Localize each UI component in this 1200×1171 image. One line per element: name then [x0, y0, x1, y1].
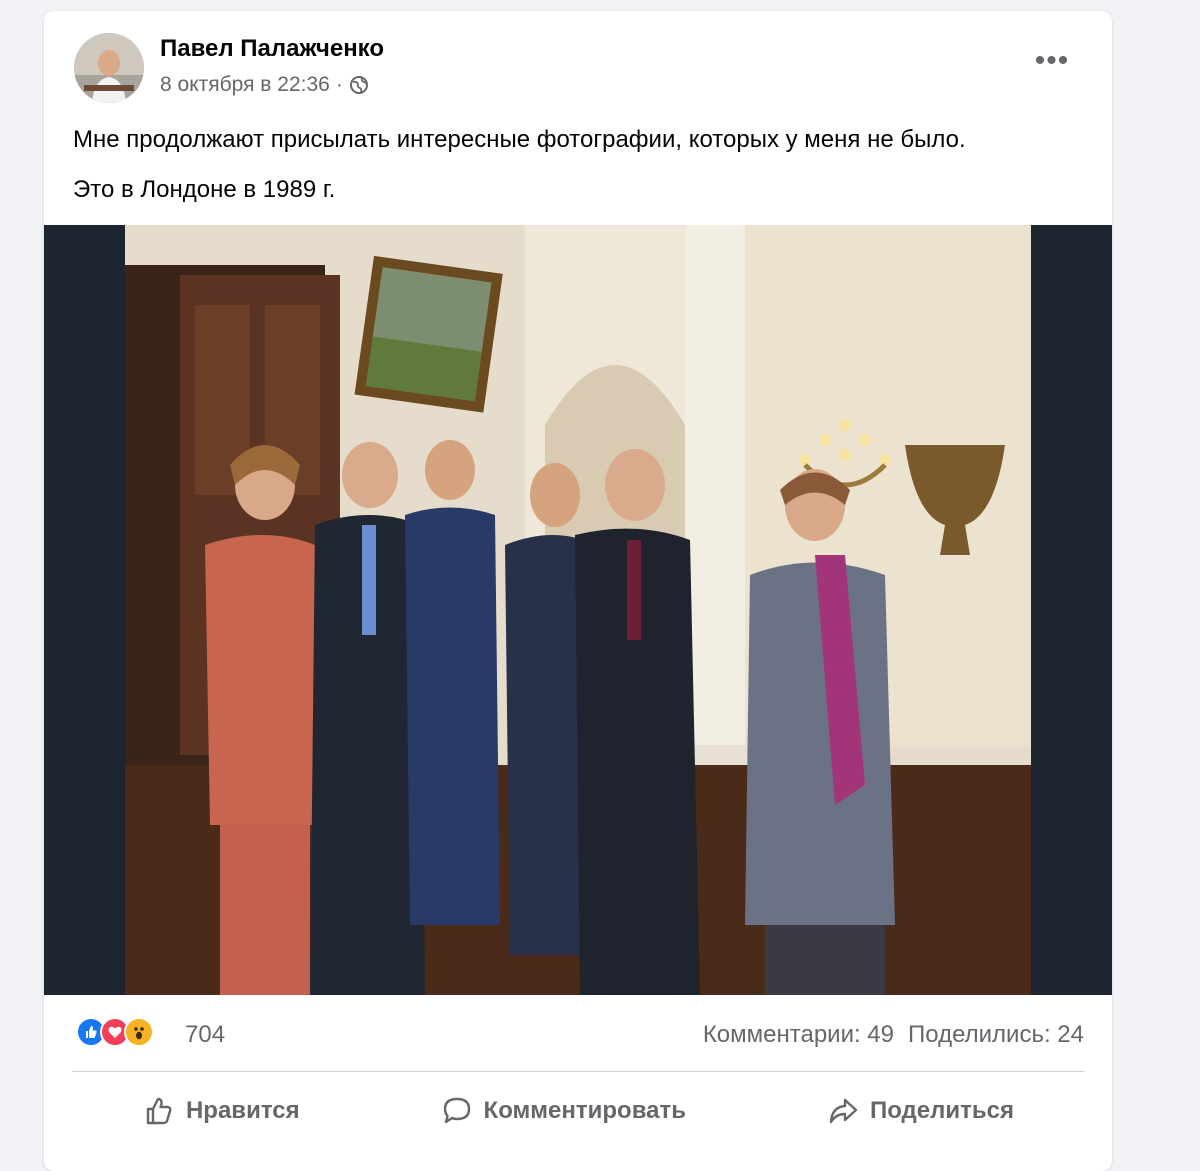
share-icon [829, 1098, 858, 1124]
post-text-line: Мне продолжают присылать интересные фото… [73, 126, 966, 153]
like-label: Нравится [185, 1097, 300, 1124]
share-label: Поделиться [869, 1097, 1014, 1124]
post-photo-container[interactable] [44, 225, 1112, 995]
engagement-stats: Комментарии: 49 Поделились: 24 [703, 1021, 1084, 1049]
post-card: Павел Палажченко 8 октября в 22:36 · •••… [44, 11, 1112, 1171]
comment-button[interactable]: Комментировать [420, 1086, 706, 1136]
comment-icon [443, 1097, 470, 1124]
post-photo[interactable] [125, 225, 1031, 995]
comment-label: Комментировать [483, 1097, 687, 1124]
post-text: Мне продолжают присылать интересные фото… [73, 125, 966, 225]
actions-divider [72, 1071, 1084, 1072]
post-date[interactable]: 8 октября в 22:36 [160, 73, 330, 97]
reaction-stats: 704 Комментарии: 49 Поделились: 24 [44, 1009, 1112, 1059]
post-meta: 8 октября в 22:36 · [160, 73, 369, 97]
reaction-count[interactable]: 704 [185, 1021, 225, 1049]
author-avatar[interactable] [74, 33, 144, 103]
comments-count[interactable]: Комментарии: 49 [703, 1021, 894, 1049]
post-actions: Нравится Комментировать Поделиться [72, 1081, 1084, 1141]
like-button[interactable]: Нравится [122, 1086, 320, 1136]
thumbs-up-icon [146, 1097, 172, 1125]
post-header: Павел Палажченко 8 октября в 22:36 · ••• [44, 11, 1112, 111]
more-options-icon[interactable]: ••• [1032, 46, 1072, 79]
meta-separator: · [335, 73, 343, 96]
globe-icon [349, 76, 368, 94]
author-name[interactable]: Павел Палажченко [160, 35, 384, 63]
shares-count[interactable]: Поделились: 24 [908, 1021, 1084, 1049]
share-button[interactable]: Поделиться [806, 1086, 1034, 1136]
wow-icon [124, 1017, 154, 1047]
reaction-icons[interactable] [76, 1017, 154, 1047]
post-text-line: Это в Лондоне в 1989 г. [73, 176, 336, 203]
